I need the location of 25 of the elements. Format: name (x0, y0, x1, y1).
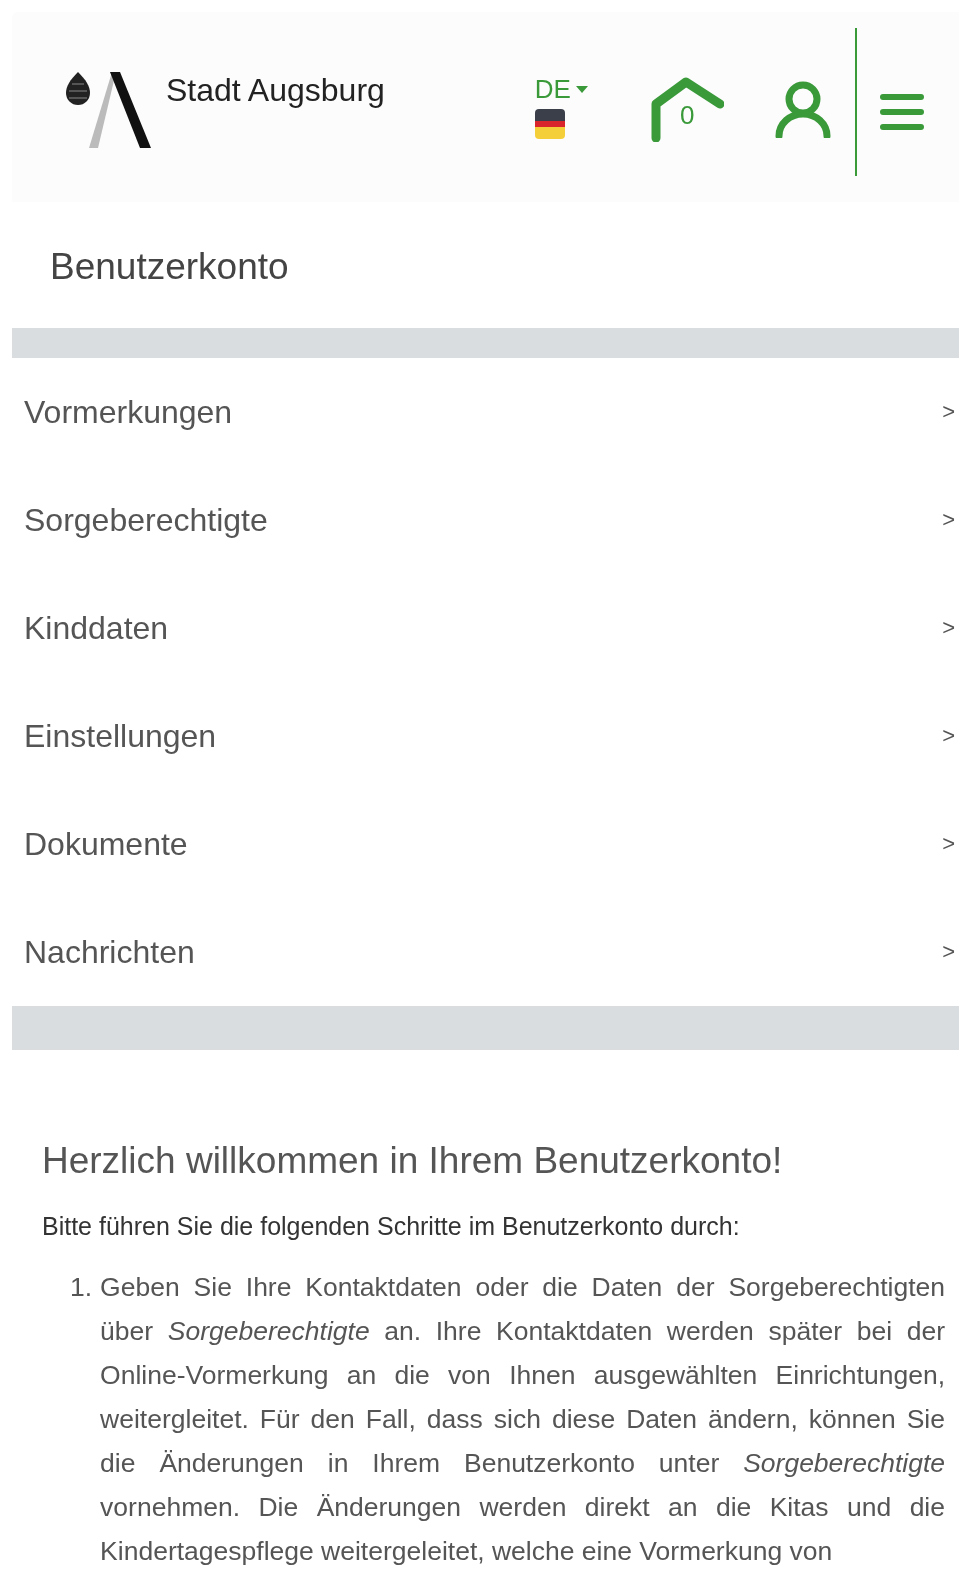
step-text: Geben Sie Ihre Kontaktdaten oder die Daten der Sorgeberechtigten über Sorgeberechtigte an. Ihre Kontaktdaten werden später bei der Online-Vormerkung an die von Ihnen ausgewählten Einrichtungen, weitergleitet. Für den Fall, dass sich diese Daten ändern, können Sie die Änderungen in Ihrem Benutzerkonto unter Sorgeberechtigte vornehmen. Die Änderungen werden direkt an die Kitas und die Kindertagespflege weitergeleitet, welche eine Vormerkung von (100, 1271, 945, 1568)
chevron: > (942, 615, 955, 641)
chevron: > (942, 399, 955, 425)
page-title: Benutzerkonto (49, 245, 290, 289)
step-number: 1. (70, 1271, 93, 1304)
menu-item[interactable]: Sorgeberechtigte > (12, 466, 959, 574)
chevron: > (942, 723, 955, 749)
menu-icon (878, 92, 925, 132)
logo-link[interactable]: Stadt Augsburg (64, 64, 385, 148)
flag-icon (534, 109, 565, 139)
menu-item[interactable]: Dokumente > (12, 790, 959, 898)
welcome-heading: Herzlich willkommen in Ihrem Benutzerkonto! (42, 1140, 784, 1182)
menu-item[interactable]: Vormerkungen > (12, 358, 959, 466)
menu-item[interactable]: Einstellungen > (12, 682, 959, 790)
chevron: > (942, 507, 955, 533)
account-button[interactable] (773, 80, 832, 138)
cart-count: 0 (679, 100, 695, 131)
instructions-intro: Bitte führen Sie die folgenden Schritte im Benutzerkonto durch: (42, 1212, 741, 1241)
menu-item[interactable]: Nachrichten > (12, 898, 959, 1006)
caret-icon (575, 86, 588, 93)
user-icon (773, 80, 832, 138)
chevron: > (942, 831, 955, 857)
menu-button[interactable] (878, 92, 925, 132)
chevron: > (942, 939, 955, 965)
menu-item[interactable]: Kinddaten > (12, 574, 959, 682)
